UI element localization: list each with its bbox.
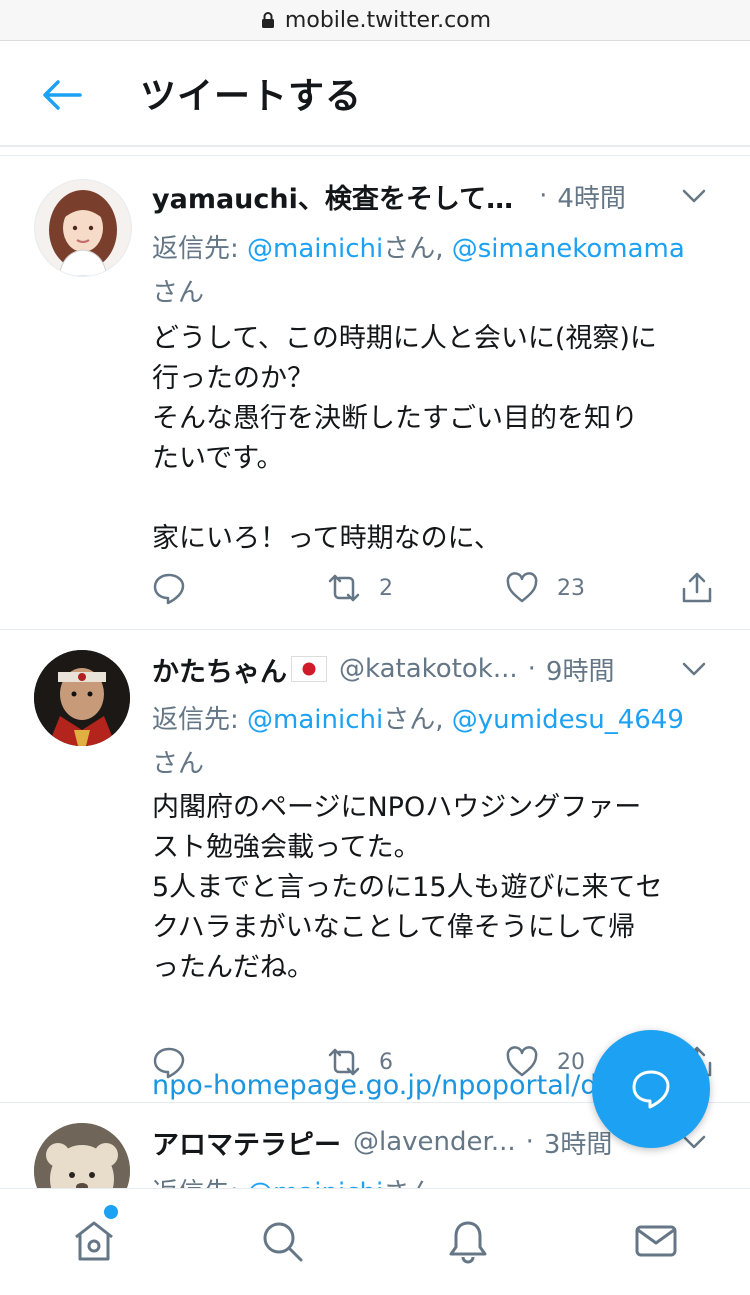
reply-icon xyxy=(153,573,185,605)
reply-suffix: さん xyxy=(383,1178,435,1188)
tweet-item[interactable]: yamauchi、検査をそして… · 4時間 返信先: @mainichiさん,… xyxy=(0,155,750,630)
tweet-header: かたちゃん @katakotok... · 9時間 xyxy=(152,649,710,689)
messages-icon[interactable] xyxy=(632,1217,680,1265)
lock-icon xyxy=(261,12,274,28)
display-name[interactable]: かたちゃん xyxy=(152,650,287,689)
retweet-count: 2 xyxy=(379,575,393,601)
avatar[interactable] xyxy=(34,179,132,277)
reply-prefix: 返信先: xyxy=(152,705,248,735)
like-button[interactable]: 20 xyxy=(505,1040,585,1084)
japan-flag-icon xyxy=(291,656,327,682)
like-count: 20 xyxy=(557,1049,585,1075)
like-icon xyxy=(506,1046,538,1077)
avatar[interactable] xyxy=(34,1123,130,1188)
compose-reply-button[interactable] xyxy=(592,1030,710,1148)
separator-dot: · xyxy=(539,181,548,211)
reply-suffix: さん xyxy=(152,278,205,308)
tweet-text: どうして、この時期に人と会いに(視察)に 行ったのか？ そんな愚行を決断したすご… xyxy=(152,323,657,554)
like-icon xyxy=(506,572,538,603)
tweet-header: yamauchi、検査をそして… · 4時間 xyxy=(152,176,710,216)
display-name[interactable]: アロマテラピー xyxy=(152,1123,341,1162)
retweet-count: 6 xyxy=(379,1049,393,1075)
retweet-button[interactable]: 6 xyxy=(327,1040,393,1084)
avatar[interactable] xyxy=(34,650,130,746)
page-header: ツイートする xyxy=(0,41,750,146)
tweet-actions: 2 23 xyxy=(152,566,722,610)
mention-link[interactable]: @simanekomama xyxy=(452,234,685,264)
url-text: mobile.twitter.com xyxy=(284,7,492,33)
home-icon[interactable] xyxy=(70,1217,118,1265)
user-handle[interactable]: @katakotok... xyxy=(339,654,518,684)
reply-prefix: 返信先: xyxy=(152,234,248,264)
like-count: 23 xyxy=(557,575,585,601)
browser-url-bar[interactable]: mobile.twitter.com xyxy=(0,0,750,41)
reply-context: 返信先: @mainichiさん xyxy=(152,1171,722,1188)
display-name[interactable]: yamauchi、検査をそして… xyxy=(152,177,513,216)
chevron-down-icon[interactable] xyxy=(678,180,710,212)
share-icon xyxy=(682,572,712,603)
mention-link[interactable]: @yumidesu_4649 xyxy=(452,705,684,735)
reply-icon xyxy=(153,1047,185,1079)
mention-link[interactable]: @mainichi xyxy=(247,234,383,264)
timestamp[interactable]: 4時間 xyxy=(557,178,626,215)
page-title: ツイートする xyxy=(140,76,363,117)
reply-context: 返信先: @mainichiさん, @simanekomama さん xyxy=(152,227,722,315)
reply-suffix: さん xyxy=(152,749,205,779)
chevron-down-icon[interactable] xyxy=(678,653,710,685)
retweet-icon xyxy=(328,574,360,602)
reply-button[interactable] xyxy=(152,566,186,610)
reply-prefix: 返信先: xyxy=(152,1178,247,1188)
tweet-text: 内閣府のページにNPOハウジングファー スト勉強会載ってた。 5人までと言ったの… xyxy=(152,792,663,983)
back-arrow-icon[interactable] xyxy=(40,77,84,113)
retweet-icon xyxy=(328,1048,360,1076)
timestamp[interactable]: 3時間 xyxy=(544,1124,613,1161)
reply-suffix: さん, xyxy=(383,705,452,735)
timestamp[interactable]: 9時間 xyxy=(546,651,615,688)
mention-link[interactable]: @mainichi xyxy=(247,705,383,735)
notification-dot xyxy=(104,1205,118,1219)
compose-reply-icon xyxy=(632,1070,670,1109)
user-handle[interactable]: @lavender... xyxy=(353,1127,516,1157)
separator-dot: · xyxy=(527,654,536,684)
separator-dot: · xyxy=(525,1127,534,1157)
reply-context: 返信先: @mainichiさん, @yumidesu_4649 さん xyxy=(152,698,722,786)
share-button[interactable] xyxy=(680,566,714,610)
mention-link[interactable]: @mainichi xyxy=(247,1178,383,1188)
retweet-button[interactable]: 2 xyxy=(327,566,393,610)
reply-suffix: さん, xyxy=(383,234,452,264)
search-icon[interactable] xyxy=(258,1217,306,1265)
notifications-icon[interactable] xyxy=(444,1217,492,1265)
like-button[interactable]: 23 xyxy=(505,566,585,610)
reply-button[interactable] xyxy=(152,1040,186,1084)
bottom-navigation xyxy=(0,1188,750,1295)
